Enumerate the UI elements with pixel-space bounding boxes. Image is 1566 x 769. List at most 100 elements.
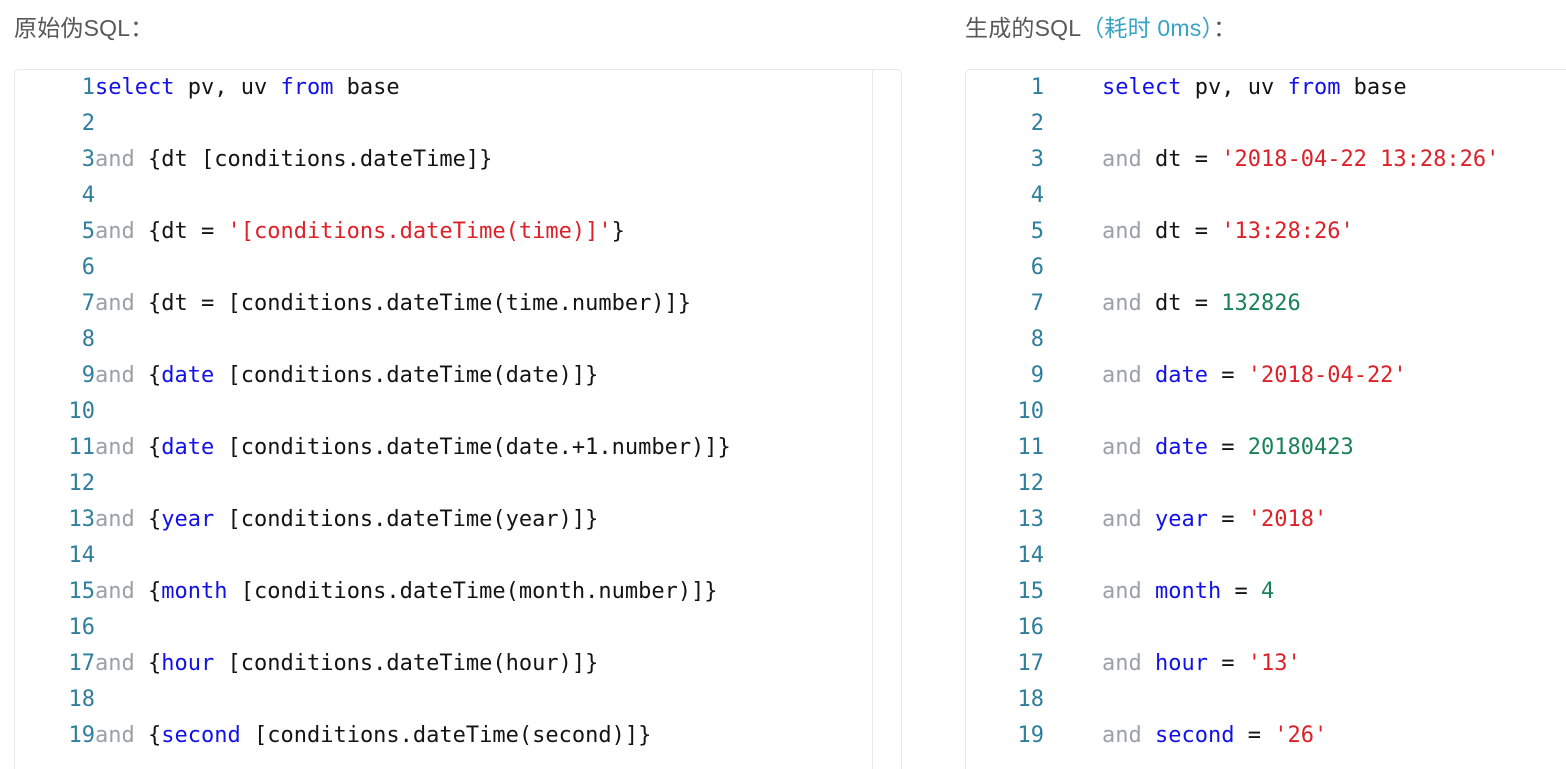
line-number: 12 xyxy=(68,471,96,496)
code-line-content[interactable]: and dt = '13:28:26' xyxy=(1044,214,1499,250)
left-panel-title-text: 原始伪SQL： xyxy=(14,15,154,41)
code-line: 17 and hour = '13' xyxy=(966,646,1499,682)
code-line-content[interactable] xyxy=(1044,178,1499,214)
code-token: [conditions.dateTime(second)]} xyxy=(240,723,652,748)
code-line-content[interactable] xyxy=(1044,106,1499,142)
code-token: [conditions.dateTime(date.+1.number)]} xyxy=(214,435,731,460)
code-line: 8 xyxy=(15,322,731,358)
code-token: { xyxy=(134,507,162,532)
code-line-content[interactable]: and hour = '13' xyxy=(1044,646,1499,682)
code-line-content[interactable] xyxy=(1044,466,1499,502)
code-line-content[interactable]: select pv, uv from base xyxy=(1044,70,1499,106)
code-token: date xyxy=(161,363,215,388)
code-line-content[interactable]: and {year [conditions.dateTime(year)]} xyxy=(95,502,731,538)
code-token: { xyxy=(134,363,162,388)
code-line-content[interactable]: and dt = 132826 xyxy=(1044,286,1499,322)
code-token: = xyxy=(1207,435,1248,460)
code-line-content[interactable]: and year = '2018' xyxy=(1044,502,1499,538)
code-token: '26' xyxy=(1274,723,1328,748)
code-token: and xyxy=(1102,219,1142,244)
code-line-content[interactable] xyxy=(1044,394,1499,430)
line-number: 11 xyxy=(68,435,96,460)
code-line-content[interactable] xyxy=(95,682,731,718)
code-line-content[interactable] xyxy=(95,538,731,574)
code-line-content[interactable] xyxy=(1044,322,1499,358)
code-token: dt = xyxy=(1141,147,1222,172)
code-token: {dt [conditions.dateTime]} xyxy=(134,147,493,172)
code-line: 3 and {dt [conditions.dateTime]} xyxy=(15,142,731,178)
code-token: month xyxy=(1155,579,1222,604)
code-line-content[interactable]: and dt = '2018-04-22 13:28:26' xyxy=(1044,142,1499,178)
line-number: 1 xyxy=(81,75,95,100)
code-line-content[interactable] xyxy=(95,394,731,430)
code-line: 9 and {date [conditions.dateTime(date)]} xyxy=(15,358,731,394)
code-line-content[interactable] xyxy=(95,250,731,286)
code-line: 11 and {date [conditions.dateTime(date.+1… xyxy=(15,430,731,466)
code-token: second xyxy=(1155,723,1235,748)
code-line-content[interactable]: and {date [conditions.dateTime(date.+1.n… xyxy=(95,430,731,466)
code-token: 132826 xyxy=(1221,291,1301,316)
code-line-content[interactable] xyxy=(95,322,731,358)
code-line-content[interactable]: and month = 4 xyxy=(1044,574,1499,610)
code-line-content[interactable] xyxy=(1044,610,1499,646)
line-number: 16 xyxy=(1017,615,1045,640)
code-line: 17 and {hour [conditions.dateTime(hour)]} xyxy=(15,646,731,682)
code-line-content[interactable] xyxy=(1044,538,1499,574)
code-line-content[interactable]: and {dt = [conditions.dateTime(time.numb… xyxy=(95,286,731,322)
code-line-content[interactable] xyxy=(95,106,731,142)
line-number: 19 xyxy=(1017,723,1045,748)
code-line-content[interactable] xyxy=(95,178,731,214)
code-line-content[interactable]: and {dt = '[conditions.dateTime(time)]'} xyxy=(95,214,731,250)
code-line-content[interactable] xyxy=(95,466,731,502)
right-column: 生成的SQL（耗时 0ms）： xyxy=(965,0,1566,56)
generated-sql-panel[interactable]: 1 select pv, uv from base 2 3 and dt = '201… xyxy=(965,69,1566,769)
code-token: date xyxy=(1155,363,1208,388)
code-line-content[interactable]: and date = '2018-04-22' xyxy=(1044,358,1499,394)
left-column: 原始伪SQL： xyxy=(14,0,902,56)
code-token: date xyxy=(1155,435,1208,460)
line-number: 10 xyxy=(1017,399,1045,424)
code-token: select xyxy=(95,75,175,100)
code-token: {dt = xyxy=(134,219,228,244)
code-token: and xyxy=(95,291,135,316)
original-pseudo-sql-panel[interactable]: 1 select pv, uv from base 2 3 and {dt [cond… xyxy=(14,69,902,769)
code-line: 15 and {month [conditions.dateTime(month.… xyxy=(15,574,731,610)
code-token: base xyxy=(333,75,400,100)
code-line: 4 xyxy=(966,178,1499,214)
code-line: 18 xyxy=(15,682,731,718)
left-panel-title: 原始伪SQL： xyxy=(14,0,902,56)
line-number: 13 xyxy=(68,507,96,532)
code-line-content[interactable]: and {date [conditions.dateTime(date)]} xyxy=(95,358,731,394)
code-line-content[interactable]: and date = 20180423 xyxy=(1044,430,1499,466)
code-line-content[interactable]: and {hour [conditions.dateTime(hour)]} xyxy=(95,646,731,682)
line-number: 9 xyxy=(81,363,95,388)
line-number: 6 xyxy=(1030,255,1044,280)
code-line: 2 xyxy=(966,106,1499,142)
line-number: 7 xyxy=(81,291,95,316)
code-token: and xyxy=(95,579,135,604)
code-token: and xyxy=(95,219,135,244)
code-line-content[interactable]: select pv, uv from base xyxy=(95,70,731,106)
code-line: 19 and second = '26' xyxy=(966,718,1499,754)
code-line-content[interactable]: and {dt [conditions.dateTime]} xyxy=(95,142,731,178)
code-token: and xyxy=(95,651,135,676)
code-line-content[interactable]: and {second [conditions.dateTime(second)… xyxy=(95,718,731,754)
code-line-content[interactable]: and second = '26' xyxy=(1044,718,1499,754)
line-number: 14 xyxy=(1017,543,1045,568)
code-line-content[interactable]: and {month [conditions.dateTime(month.nu… xyxy=(95,574,731,610)
code-line: 18 xyxy=(966,682,1499,718)
code-line-content[interactable] xyxy=(1044,250,1499,286)
right-code-scroll-area[interactable]: 1 select pv, uv from base 2 3 and dt = '201… xyxy=(966,70,1566,769)
code-token: from xyxy=(280,75,334,100)
code-line-content[interactable] xyxy=(1044,682,1499,718)
code-line-content[interactable] xyxy=(95,610,731,646)
left-code-scroll-area[interactable]: 1 select pv, uv from base 2 3 and {dt [cond… xyxy=(15,70,901,769)
code-token: {dt = [conditions.dateTime(time.number)]… xyxy=(134,291,692,316)
code-line: 1 select pv, uv from base xyxy=(966,70,1499,106)
code-line: 10 xyxy=(966,394,1499,430)
left-panel-scrollbar[interactable] xyxy=(872,70,901,769)
code-token: = xyxy=(1221,579,1261,604)
code-token: pv, uv xyxy=(174,75,281,100)
code-line: 6 xyxy=(15,250,731,286)
